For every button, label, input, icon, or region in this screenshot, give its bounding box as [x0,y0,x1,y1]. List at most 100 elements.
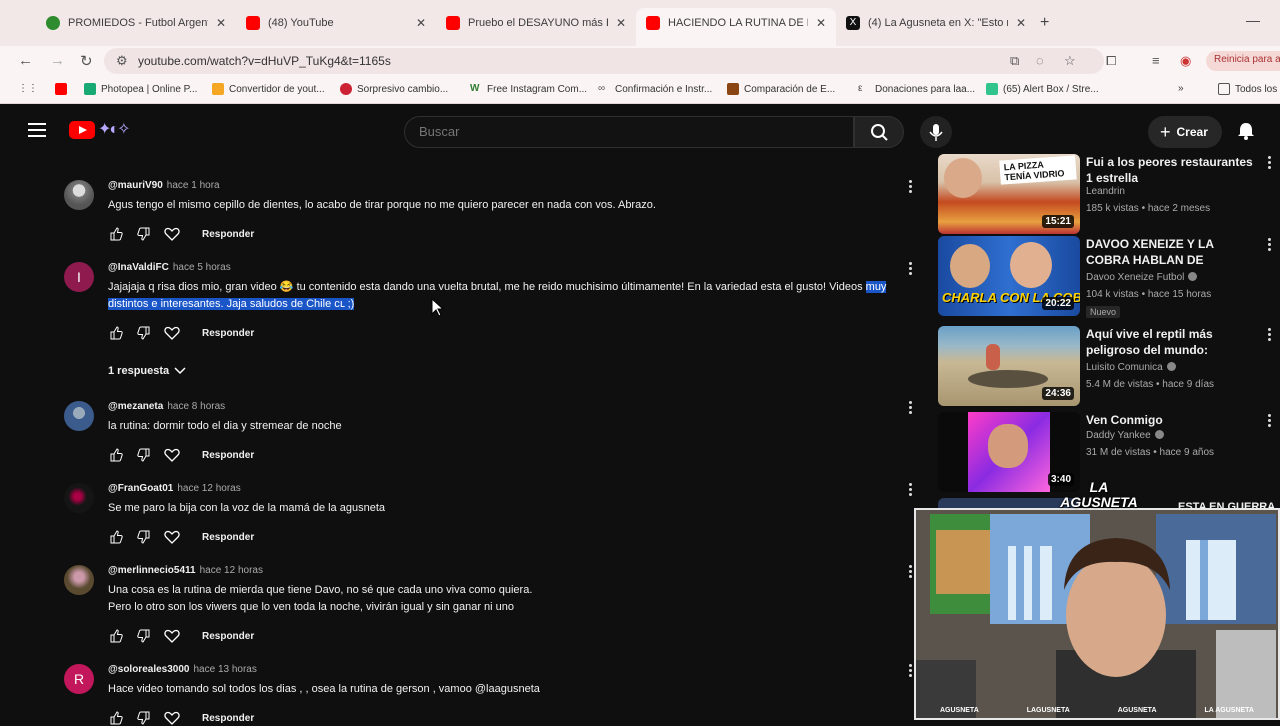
comment-menu-icon[interactable] [906,262,914,277]
like-icon[interactable] [108,325,124,341]
close-tab-icon[interactable]: ✕ [1016,16,1026,30]
tab-x-agusneta[interactable]: X (4) La Agusneta en X: "Esto me ✕ [836,8,1036,38]
extensions-icon[interactable]: ⧠ [1106,53,1116,69]
comment-menu-icon[interactable] [906,483,914,498]
dislike-icon[interactable] [136,529,152,545]
notifications-bell-icon[interactable] [1236,121,1256,141]
dislike-icon[interactable] [136,628,152,644]
bookmark-youtube[interactable] [55,83,72,95]
close-tab-icon[interactable]: ✕ [216,16,226,30]
video-thumbnail[interactable]: CHARLA CON LA COB 20:22 [938,236,1080,316]
comment-menu-icon[interactable] [906,180,914,195]
restart-update-button[interactable]: Reinicia para a [1206,51,1280,71]
comment-author[interactable]: @merlinnecio5411 [108,565,196,576]
video-menu-icon[interactable] [1266,414,1272,429]
heart-icon[interactable] [164,325,180,341]
comment-time[interactable]: hace 12 horas [177,483,240,494]
bookmark-instagram[interactable]: W Free Instagram Com... [470,83,587,95]
like-icon[interactable] [108,226,124,242]
heart-icon[interactable] [164,226,180,242]
reply-button[interactable]: Responder [202,229,254,240]
more-bookmarks-icon[interactable]: » [1178,83,1184,94]
heart-icon[interactable] [164,628,180,644]
heart-icon[interactable] [164,710,180,726]
comment-author[interactable]: @soloreales3000 [108,664,189,675]
reply-button[interactable]: Responder [202,631,254,642]
avatar[interactable] [64,401,94,431]
avatar[interactable]: I [64,262,94,292]
profile-icon[interactable]: ◉ [1180,53,1191,69]
video-thumbnail[interactable]: 24:36 [938,326,1080,406]
like-icon[interactable] [108,447,124,463]
video-title[interactable]: Aquí vive el reptil más peligroso del mu… [1086,326,1254,358]
bookmark-star-icon[interactable]: ☆ [1064,53,1076,69]
comment-time[interactable]: hace 5 horas [173,262,231,273]
close-tab-icon[interactable]: ✕ [616,16,626,30]
video-menu-icon[interactable] [1266,328,1272,343]
comment-time[interactable]: hace 8 horas [167,401,225,412]
tab-promiedos[interactable]: PROMIEDOS - Futbol Argentina ✕ [36,8,236,38]
like-icon[interactable] [108,529,124,545]
back-icon[interactable]: ← [18,52,33,69]
related-video-card[interactable]: LA PIZZA TENÍA VIDRIO 15:21 Fui a los pe… [938,154,1280,236]
video-title[interactable]: Ven Conmigo [1086,412,1254,428]
voice-search-button[interactable] [920,116,952,148]
comment-menu-icon[interactable] [906,664,914,679]
close-tab-icon[interactable]: ✕ [816,16,826,30]
comment-author[interactable]: @FranGoat01 [108,483,173,494]
related-video-card[interactable]: 24:36 Aquí vive el reptil más peligroso … [938,326,1280,408]
comment-time[interactable]: hace 12 horas [200,565,263,576]
create-button[interactable]: + Crear [1148,116,1222,148]
like-icon[interactable] [108,628,124,644]
dislike-icon[interactable] [136,226,152,242]
heart-icon[interactable] [164,447,180,463]
new-tab-icon[interactable]: + [1040,14,1049,32]
channel-name[interactable]: Luisito Comunica [1086,362,1176,373]
bookmark-comparacion[interactable]: Comparación de E... [727,83,835,95]
reload-icon[interactable]: ↻ [80,52,93,70]
related-video-card[interactable]: CHARLA CON LA COB 20:22 DAVOO XENEIZE Y … [938,236,1280,318]
heart-icon[interactable] [164,529,180,545]
avatar[interactable] [64,180,94,210]
dislike-icon[interactable] [136,447,152,463]
reply-button[interactable]: Responder [202,328,254,339]
avatar[interactable]: R [64,664,94,694]
like-icon[interactable] [108,710,124,726]
comment-menu-icon[interactable] [906,565,914,580]
comment-menu-icon[interactable] [906,401,914,416]
media-controls-icon[interactable]: ≡ [1152,53,1160,68]
tab-desayuno-video[interactable]: Pruebo el DESAYUNO más BAR ✕ [436,8,636,38]
channel-name[interactable]: Leandrin [1086,186,1125,197]
search-box[interactable] [404,116,854,148]
menu-icon[interactable] [28,123,46,141]
video-title[interactable]: Fui a los peores restaurantes 1 estrella [1086,154,1254,186]
view-replies-button[interactable]: 1 respuesta [108,365,189,377]
bookmark-sorpresivo[interactable]: Sorpresivo cambio... [340,83,448,95]
site-info-icon[interactable]: ⚙ [116,53,128,69]
video-thumbnail[interactable]: LA PIZZA TENÍA VIDRIO 15:21 [938,154,1080,234]
close-tab-icon[interactable]: ✕ [416,16,426,30]
channel-name[interactable]: Davoo Xeneize Futbol [1086,272,1198,283]
apps-grid-icon[interactable]: ⋮⋮ [18,83,38,94]
url-text[interactable]: youtube.com/watch?v=dHuVP_TuKg4&t=1165s [138,54,391,68]
youtube-logo-icon[interactable] [69,121,95,139]
search-input[interactable] [419,124,819,139]
channel-name[interactable]: Daddy Yankee [1086,430,1164,441]
avatar[interactable] [64,483,94,513]
reply-button[interactable]: Responder [202,713,254,724]
forward-icon[interactable]: → [50,52,65,69]
avatar[interactable] [64,565,94,595]
reply-button[interactable]: Responder [202,532,254,543]
reply-button[interactable]: Responder [202,450,254,461]
video-menu-icon[interactable] [1266,238,1272,253]
comment-time[interactable]: hace 1 hora [167,180,220,191]
video-title[interactable]: DAVOO XENEIZE Y LA COBRA HABLAN DE CUALQ… [1086,236,1254,268]
dislike-icon[interactable] [136,710,152,726]
bookmark-converter[interactable]: Convertidor de yout... [212,83,325,95]
minimize-window-icon[interactable]: — [1246,12,1260,28]
video-menu-icon[interactable] [1266,156,1272,171]
bookmark-alertbox[interactable]: (65) Alert Box / Stre... [986,83,1099,95]
all-bookmarks-folder[interactable]: Todos los [1218,83,1277,95]
tracking-protection-icon[interactable]: ◌ [1036,53,1044,68]
comment-time[interactable]: hace 13 horas [193,664,256,675]
